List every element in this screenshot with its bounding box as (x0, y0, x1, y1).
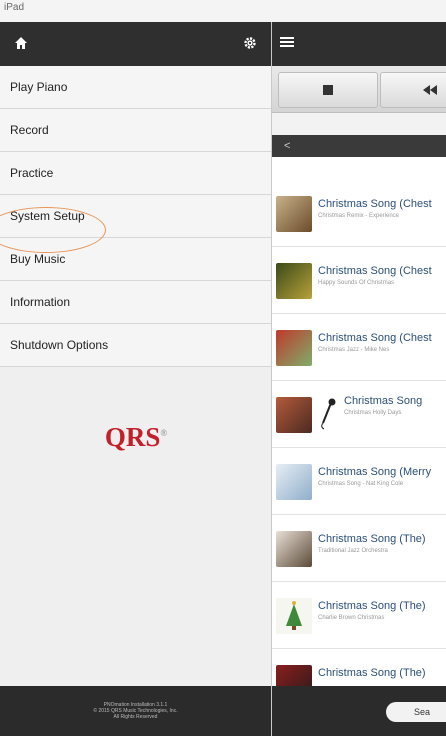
album-art (276, 464, 312, 500)
song-list-footer: Sea (272, 686, 446, 736)
side-menu-toolbar (0, 22, 271, 66)
song-title: Christmas Song (The) (318, 667, 426, 679)
transport-spacer (272, 113, 446, 135)
song-title: Christmas Song (344, 395, 423, 407)
menu-item-information[interactable]: Information (0, 281, 271, 324)
song-row[interactable]: Christmas Song (Merry Christmas Song - N… (272, 448, 446, 515)
album-art (276, 263, 312, 299)
album-art (276, 598, 312, 634)
stop-icon (323, 85, 333, 95)
status-bar: iPad (0, 0, 446, 22)
song-row[interactable]: Christmas Song (The) Traditional Jazz Or… (272, 515, 446, 582)
song-list-panel: < Christmas Song (Chest Christmas Remix … (272, 22, 446, 736)
song-title: Christmas Song (Chest (318, 332, 432, 344)
back-breadcrumb[interactable]: < (272, 135, 446, 157)
copyright-footer: PNOmation Installation 3.1.1 © 2015 QRS … (0, 686, 271, 736)
song-subtitle: Charlie Brown Christmas (318, 615, 385, 621)
song-subtitle: Happy Sounds Of Christmas (318, 280, 395, 286)
carrier-label: iPad (4, 2, 25, 13)
qrs-logo: QRS® (0, 422, 272, 453)
logo-text: QRS (104, 422, 161, 452)
album-art (276, 397, 312, 433)
album-art (276, 330, 312, 366)
song-row[interactable]: Christmas Song (The) Charlie Brown Chris… (272, 582, 446, 649)
settings-button[interactable] (235, 28, 265, 58)
menu-toggle-button[interactable] (280, 35, 294, 54)
menu-item-record[interactable]: Record (0, 109, 271, 152)
song-row[interactable]: Christmas Song (Chest Happy Sounds Of Ch… (272, 247, 446, 314)
song-subtitle: Christmas Remix - Experience (318, 213, 400, 219)
song-title: Christmas Song (Merry (318, 466, 432, 478)
song-title: Christmas Song (The) (318, 533, 426, 545)
song-row[interactable]: Christmas Song Christmas Holly Days (272, 381, 446, 448)
home-icon (15, 37, 27, 49)
menu-item-practice[interactable]: Practice (0, 152, 271, 195)
menu-item-shutdown-options[interactable]: Shutdown Options (0, 324, 271, 367)
search-button[interactable]: Sea (386, 702, 446, 722)
song-list-toolbar (272, 22, 446, 66)
rewind-icon (423, 85, 437, 95)
hamburger-icon (280, 37, 294, 47)
song-subtitle: Christmas Song - Nat King Cole (318, 481, 404, 487)
song-list: Christmas Song (Chest Christmas Remix - … (272, 180, 446, 716)
gear-icon (244, 37, 256, 49)
microphone-icon (321, 398, 336, 430)
home-button[interactable] (6, 28, 36, 58)
menu-item-play-piano[interactable]: Play Piano (0, 66, 271, 109)
song-subtitle: Christmas Holly Days (344, 410, 402, 416)
stop-button[interactable] (278, 72, 378, 108)
logo-mark: ® (160, 428, 168, 438)
side-menu-panel: Play Piano Record Practice System Setup … (0, 22, 272, 736)
album-art (276, 196, 312, 232)
song-title: Christmas Song (Chest (318, 265, 432, 277)
christmas-tree-icon (286, 601, 302, 630)
rewind-button[interactable] (380, 72, 446, 108)
song-row[interactable]: Christmas Song (Chest Christmas Remix - … (272, 180, 446, 247)
song-title: Christmas Song (Chest (318, 198, 432, 210)
back-label: < (284, 140, 291, 152)
album-art (276, 531, 312, 567)
search-label: Sea (414, 707, 431, 717)
song-subtitle: Traditional Jazz Orchestra (318, 548, 388, 554)
song-row[interactable]: Christmas Song (Chest Christmas Jazz - M… (272, 314, 446, 381)
song-title: Christmas Song (The) (318, 600, 426, 612)
song-subtitle: Christmas Jazz - Mike Nes (318, 347, 390, 353)
transport-controls (272, 66, 446, 113)
footer-line-3: All Rights Reserved (113, 714, 158, 720)
